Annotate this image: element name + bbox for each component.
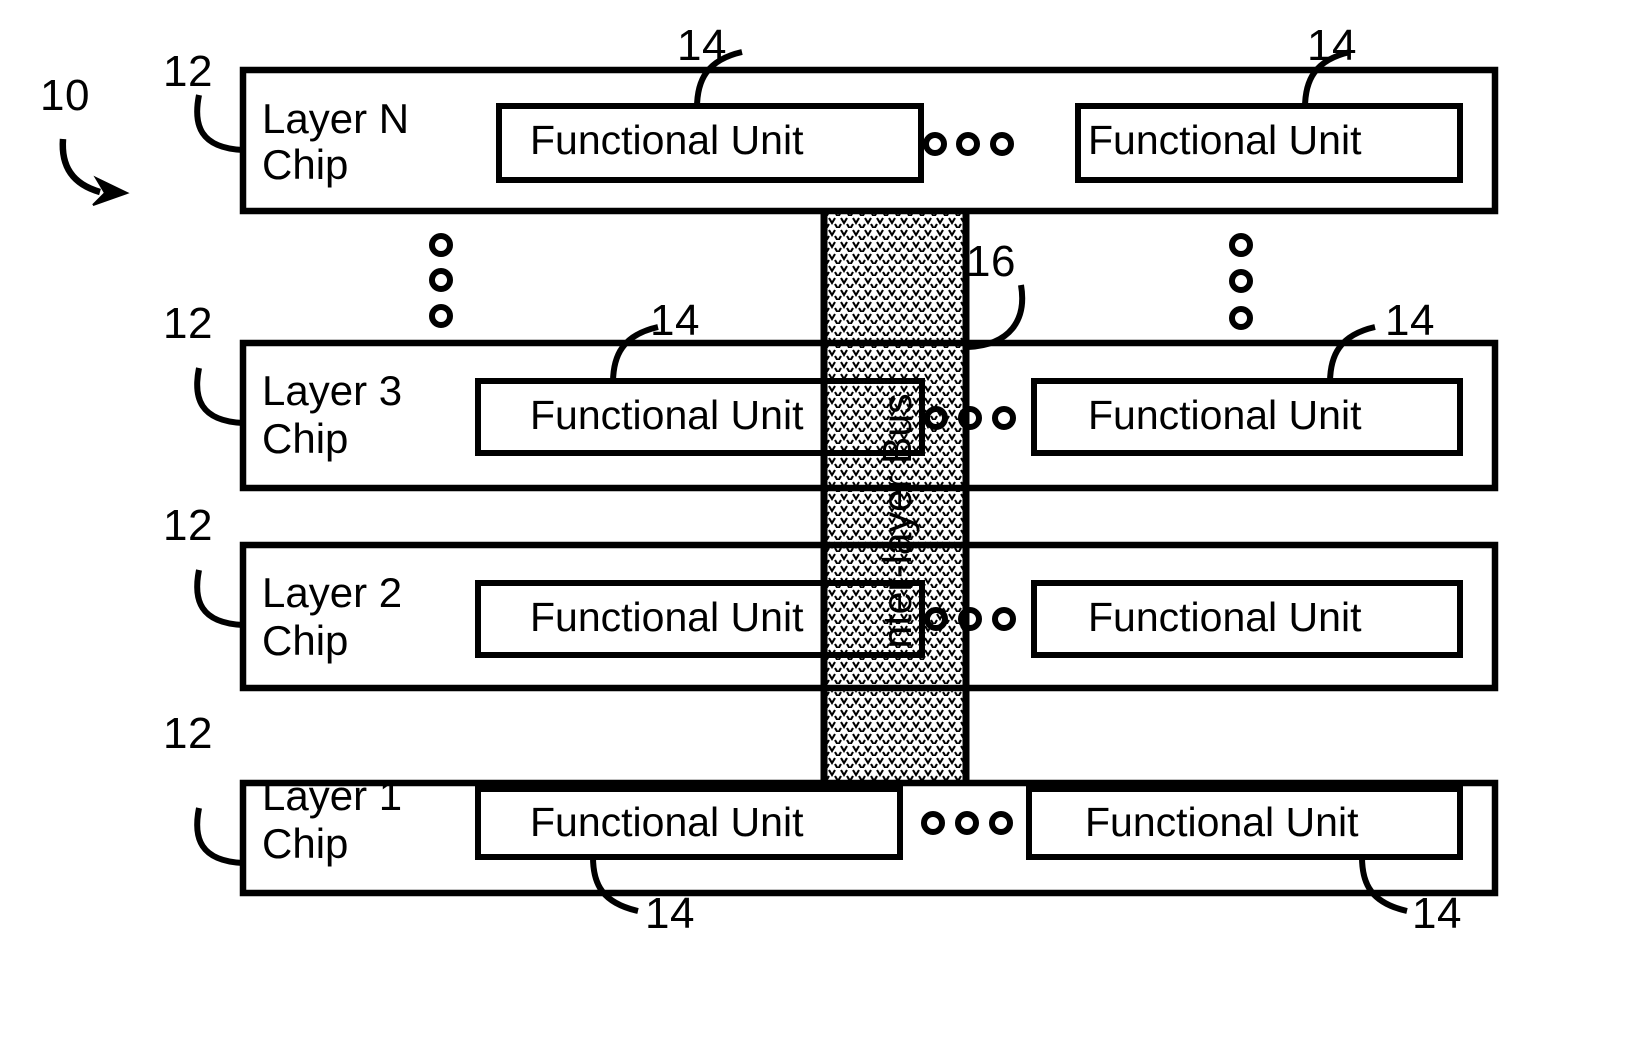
layer-2-unit-right-label: Functional Unit xyxy=(1088,594,1362,640)
unit-ref-layer-1-left: 14 xyxy=(645,889,695,938)
chip-ref-layer-2: 12 xyxy=(163,501,213,550)
inter-layer-bus-label: Inter-layer Bus xyxy=(874,393,920,660)
layer-3-name-line2: Chip xyxy=(262,415,349,462)
assembly-ref-arrow xyxy=(59,138,130,206)
unit-ref-layer-3-right: 14 xyxy=(1385,296,1435,345)
chip-ref-layer-n: 12 xyxy=(163,47,213,96)
unit-ref-layer-n-left: 14 xyxy=(677,21,727,70)
ellipsis-row-layer-1 xyxy=(921,811,1013,835)
leader-unit-1-left xyxy=(590,856,639,914)
chip-ref-layer-1: 12 xyxy=(163,709,213,758)
leader-chip-1 xyxy=(194,807,244,866)
layer-1-name-line2: Chip xyxy=(262,820,349,867)
ellipsis-column-left xyxy=(429,233,453,328)
leader-chip-3 xyxy=(194,367,244,426)
layer-1-unit-left-label: Functional Unit xyxy=(530,799,804,845)
leader-unit-1-right xyxy=(1359,856,1408,914)
unit-ref-layer-n-right: 14 xyxy=(1307,21,1357,70)
layer-3-name-line1: Layer 3 xyxy=(262,367,403,414)
chip-ref-layer-3: 12 xyxy=(163,299,213,348)
layer-n-name-line2: Chip xyxy=(262,141,349,188)
ellipsis-column-right xyxy=(1229,233,1253,330)
layer-2-unit-left-label: Functional Unit xyxy=(530,594,804,640)
layer-n-name-line1: Layer N xyxy=(262,95,410,142)
bus-ref-label: 16 xyxy=(966,237,1016,286)
ellipsis-row-layer-2 xyxy=(924,607,1016,631)
leader-bus xyxy=(967,284,1026,350)
layer-n-unit-right-label: Functional Unit xyxy=(1088,117,1362,163)
layer-3-unit-left-label: Functional Unit xyxy=(530,392,804,438)
assembly-ref-label: 10 xyxy=(40,71,90,120)
leader-chip-2 xyxy=(194,569,244,628)
layer-2-name-line1: Layer 2 xyxy=(262,569,403,616)
layer-n-unit-left-label: Functional Unit xyxy=(530,117,804,163)
ellipsis-row-layer-n xyxy=(923,132,1014,156)
unit-ref-layer-1-right: 14 xyxy=(1412,889,1462,938)
layer-2-name-line2: Chip xyxy=(262,617,349,664)
leader-unit-3-right xyxy=(1327,324,1376,384)
diagram-vector-layer xyxy=(59,49,1499,914)
layer-1-name-line1: Layer 1 xyxy=(262,772,403,819)
ellipsis-row-layer-3 xyxy=(924,406,1016,430)
layer-1-unit-right-label: Functional Unit xyxy=(1085,799,1359,845)
figure-canvas: 10 12 Layer N Chip Functional Unit Funct… xyxy=(0,0,1635,1060)
unit-ref-layer-3-left: 14 xyxy=(650,296,700,345)
layer-3-unit-right-label: Functional Unit xyxy=(1088,392,1362,438)
leader-chip-n xyxy=(194,94,244,153)
